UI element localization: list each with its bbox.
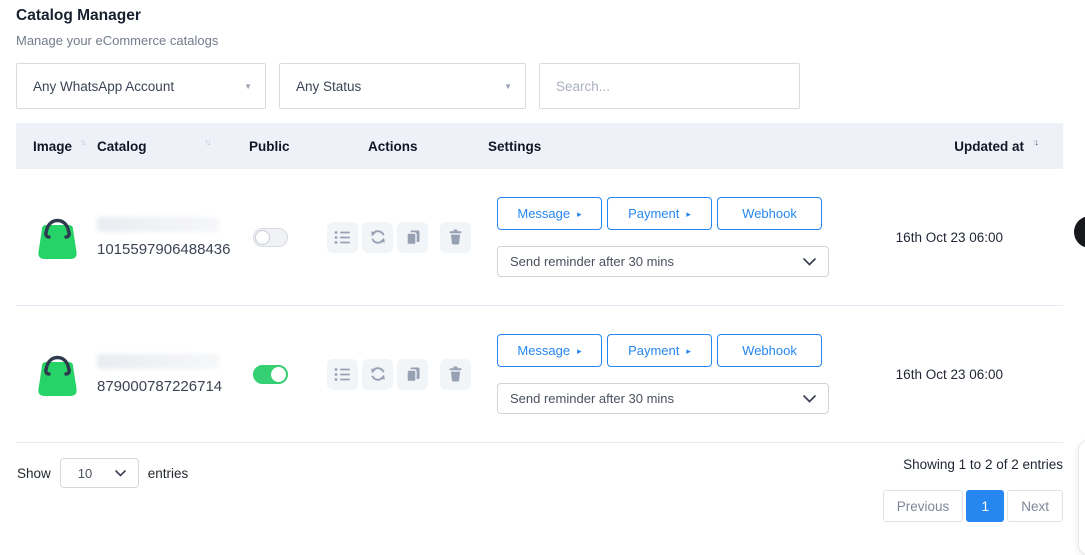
sort-icon: ↑↓ — [1032, 137, 1037, 147]
pagination: Previous 1 Next — [883, 490, 1063, 522]
catalog-items-button[interactable] — [327, 359, 358, 390]
delete-button[interactable] — [440, 222, 471, 253]
shopping-bag-icon — [33, 347, 82, 401]
column-header-image[interactable]: Image↑↓ — [33, 139, 97, 154]
settings-cell: Message▸ Payment▸ Webhook Send reminder … — [497, 197, 828, 277]
catalog-manager-page: Catalog Manager Manage your eCommerce ca… — [16, 0, 1063, 538]
status-select-value: Any Status — [296, 79, 361, 94]
trash-icon — [448, 366, 463, 382]
message-menu-button[interactable]: Message▸ — [497, 334, 602, 367]
payment-menu-button[interactable]: Payment▸ — [607, 197, 712, 230]
toggle-knob — [255, 230, 270, 245]
actions-cell — [327, 359, 488, 390]
column-header-updated-at[interactable]: Updated at↑↓ — [828, 139, 1063, 154]
entries-label: entries — [148, 466, 189, 481]
whatsapp-account-select-value: Any WhatsApp Account — [33, 79, 174, 94]
settings-cell: Message▸ Payment▸ Webhook Send reminder … — [497, 334, 828, 414]
page-size-select[interactable]: 10 — [60, 458, 139, 488]
search-input[interactable] — [539, 63, 800, 109]
message-menu-button[interactable]: Message▸ — [497, 197, 602, 230]
page-subtitle: Manage your eCommerce catalogs — [16, 33, 1063, 48]
chevron-down-icon — [803, 258, 816, 266]
entries-summary: Showing 1 to 2 of 2 entries — [903, 457, 1063, 472]
reminder-select-value: Send reminder after 30 mins — [510, 391, 674, 406]
trash-icon — [448, 229, 463, 245]
list-icon — [334, 230, 351, 245]
table-header: Image↑↓ Catalog↑↓ Public Actions Setting… — [16, 123, 1063, 169]
chevron-down-icon — [803, 395, 816, 403]
sort-icon: ↑↓ — [205, 137, 210, 147]
column-header-catalog[interactable]: Catalog↑↓ — [97, 139, 249, 154]
webhook-button[interactable]: Webhook — [717, 334, 822, 367]
column-header-public[interactable]: Public — [249, 139, 368, 154]
table-row: 1015597906488436 — [16, 169, 1063, 306]
submenu-caret-icon: ▸ — [577, 209, 582, 220]
table-row: 879000787226714 — [16, 306, 1063, 443]
list-icon — [334, 367, 351, 382]
actions-cell — [327, 222, 488, 253]
copy-icon — [405, 229, 421, 246]
submenu-caret-icon: ▸ — [686, 209, 691, 220]
submenu-caret-icon: ▸ — [577, 346, 582, 357]
public-toggle[interactable] — [253, 228, 288, 247]
page-size-control: Show 10 entries — [17, 458, 188, 488]
chat-widget-button[interactable] — [1074, 216, 1085, 248]
caret-down-icon: ▼ — [244, 82, 252, 91]
sort-icon: ↑↓ — [80, 137, 85, 147]
copy-icon — [405, 366, 421, 383]
reminder-select[interactable]: Send reminder after 30 mins — [497, 383, 829, 414]
updated-at-cell: 16th Oct 23 06:00 — [828, 367, 1063, 382]
shopping-bag-icon — [33, 210, 82, 264]
catalog-name-redacted — [97, 217, 219, 232]
public-toggle[interactable] — [253, 365, 288, 384]
sync-icon — [370, 366, 386, 382]
page-title: Catalog Manager — [16, 7, 1063, 25]
payment-menu-button[interactable]: Payment▸ — [607, 334, 712, 367]
updated-at-cell: 16th Oct 23 06:00 — [828, 230, 1063, 245]
caret-down-icon: ▼ — [504, 82, 512, 91]
catalog-id: 1015597906488436 — [97, 241, 249, 258]
duplicate-button[interactable] — [397, 222, 428, 253]
column-header-actions[interactable]: Actions — [368, 139, 488, 154]
catalog-image-cell — [33, 347, 97, 401]
delete-button[interactable] — [440, 359, 471, 390]
catalog-items-button[interactable] — [327, 222, 358, 253]
show-label: Show — [17, 466, 51, 481]
status-select[interactable]: Any Status ▼ — [279, 63, 526, 109]
page-number-button[interactable]: 1 — [966, 490, 1004, 522]
whatsapp-account-select[interactable]: Any WhatsApp Account ▼ — [16, 63, 266, 109]
chevron-down-icon — [115, 470, 126, 477]
sync-button[interactable] — [362, 359, 393, 390]
catalog-image-cell — [33, 210, 97, 264]
previous-page-button[interactable]: Previous — [883, 490, 964, 522]
webhook-button[interactable]: Webhook — [717, 197, 822, 230]
catalog-name-redacted — [97, 354, 219, 369]
catalog-cell: 879000787226714 — [97, 354, 249, 395]
submenu-caret-icon: ▸ — [686, 346, 691, 357]
reminder-select-value: Send reminder after 30 mins — [510, 254, 674, 269]
sync-button[interactable] — [362, 222, 393, 253]
catalog-id: 879000787226714 — [97, 378, 249, 395]
reminder-select[interactable]: Send reminder after 30 mins — [497, 246, 829, 277]
table-footer: Show 10 entries Showing 1 to 2 of 2 entr… — [16, 443, 1063, 538]
filters-bar: Any WhatsApp Account ▼ Any Status ▼ — [16, 63, 1063, 109]
duplicate-button[interactable] — [397, 359, 428, 390]
next-page-button[interactable]: Next — [1007, 490, 1063, 522]
catalog-cell: 1015597906488436 — [97, 217, 249, 258]
toggle-knob — [271, 367, 286, 382]
column-header-settings[interactable]: Settings — [488, 139, 828, 154]
sync-icon — [370, 229, 386, 245]
page-size-value: 10 — [78, 466, 92, 481]
